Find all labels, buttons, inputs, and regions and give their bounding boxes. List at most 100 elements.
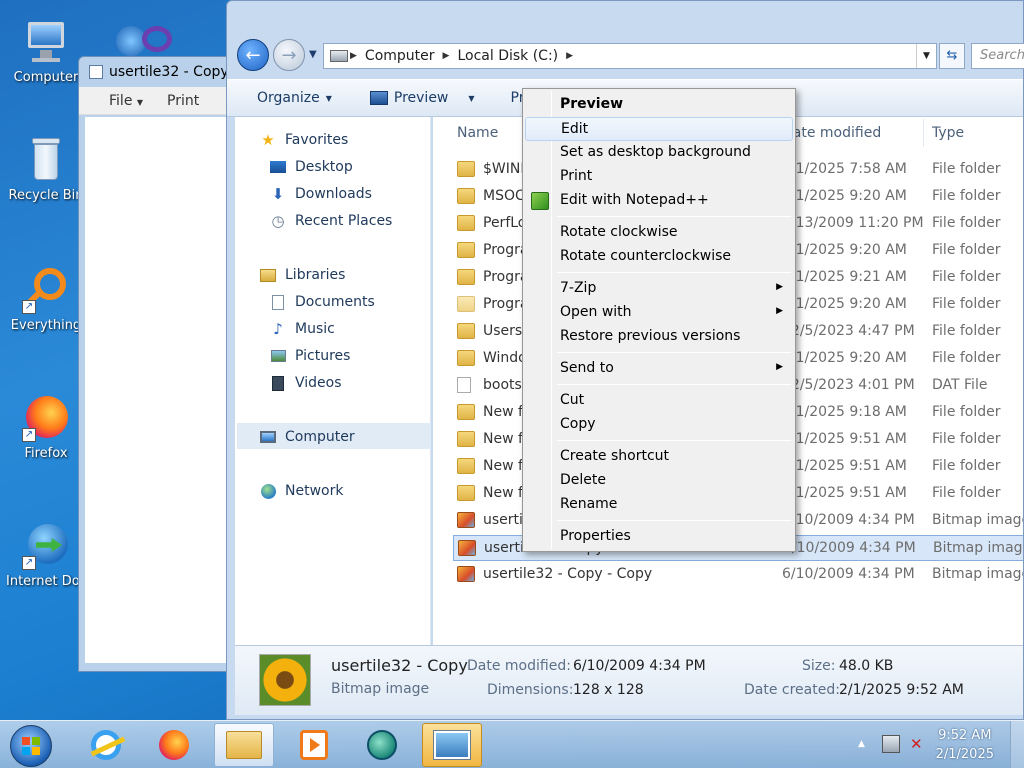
column-divider[interactable] [923,119,924,147]
menu-item-restore-previous-versions[interactable]: Restore previous versions [525,325,793,349]
system-tray: ▲ ✕ 9:52 AM 2/1/2025 [824,721,1024,768]
menu-item-label: Copy [560,416,596,432]
nav-item-desktop[interactable]: Desktop [269,158,353,176]
menu-item-copy[interactable]: Copy [525,413,793,437]
nav-item-network[interactable]: Network [259,482,343,500]
taskbar-firefox[interactable] [144,723,204,767]
folder-icon [457,485,475,501]
start-button[interactable] [10,725,52,767]
file-date: 2/1/2025 7:58 AM [782,161,907,177]
menu-item-create-shortcut[interactable]: Create shortcut [525,445,793,469]
desktop-app-icon-partial[interactable] [116,22,178,56]
address-dropdown[interactable]: ▼ [916,44,936,68]
network-tray-icon[interactable] [882,735,900,753]
nav-item-music[interactable]: ♪ Music [269,320,335,338]
firefox-icon [159,730,189,760]
background-image-viewer-window[interactable]: usertile32 - Copy File ▼ Print [78,56,238,672]
nav-label: Documents [295,294,375,310]
back-button[interactable]: ← [237,39,269,71]
nav-label: Desktop [295,159,353,175]
refresh-button[interactable]: ⇆ [939,43,965,69]
menu-item-edit[interactable]: Edit [525,117,793,141]
file-row[interactable]: usertile32 - Copy - Copy 6/10/2009 4:34 P… [453,562,1023,588]
menu-item-7-zip[interactable]: 7-Zip ▶ [525,277,793,301]
nav-label: Recent Places [295,213,393,229]
show-hidden-icons-button[interactable]: ▲ [858,739,865,749]
menu-item-label: 7-Zip [560,280,597,296]
menu-item-rotate-counterclockwise[interactable]: Rotate counterclockwise [525,245,793,269]
breadcrumb-local-disk[interactable]: Local Disk (C:) [451,48,564,64]
taskbar-windows-explorer[interactable] [214,723,274,767]
nav-item-documents[interactable]: Documents [269,293,375,311]
desktop-icon-internet-download[interactable]: ↗ Internet Download [6,522,86,590]
breadcrumb-arrow-icon[interactable]: ▶ [441,51,452,61]
address-bar[interactable]: ▶ Computer ▶ Local Disk (C:) ▶ ▼ [323,43,937,69]
organize-button[interactable]: Organize ▼ [257,90,332,106]
menu-item-delete[interactable]: Delete [525,469,793,493]
menu-separator [557,384,791,385]
volume-muted-icon[interactable]: ✕ [910,735,923,753]
menu-item-edit-with-notepad[interactable]: Edit with Notepad++ [525,189,793,213]
menu-file[interactable]: File ▼ [109,93,143,109]
breadcrumb-computer[interactable]: Computer [359,48,441,64]
menu-item-label: Rotate clockwise [560,224,678,240]
folder-icon [457,296,475,312]
menu-file-label: File [109,92,133,109]
column-header-date-modified[interactable]: Date modified [782,125,881,141]
file-date: 2/1/2025 9:20 AM [782,350,907,366]
nav-label: Pictures [295,348,351,364]
search-input[interactable]: Search [971,43,1024,69]
show-desktop-button[interactable] [1010,721,1024,768]
menu-print[interactable]: Print [167,93,199,109]
desktop-icon-label: Computer [13,70,79,85]
file-type: File folder [932,485,1001,501]
desktop-icon-recycle-bin[interactable]: Recycle Bin [6,136,86,204]
taskbar-image-viewer[interactable] [422,723,482,767]
column-header-name[interactable]: Name [457,125,498,141]
nav-item-libraries[interactable]: Libraries [259,266,345,284]
nav-item-pictures[interactable]: Pictures [269,347,350,365]
nav-label: Computer [285,429,355,445]
taskbar-app-green[interactable] [352,723,412,767]
clock-time: 9:52 AM [938,728,992,743]
menu-item-open-with[interactable]: Open with ▶ [525,301,793,325]
nav-item-favorites[interactable]: ★ Favorites [259,131,348,149]
menu-item-rename[interactable]: Rename [525,493,793,517]
menu-item-properties[interactable]: Properties [525,525,793,549]
nav-item-videos[interactable]: Videos [269,374,342,392]
window-titlebar[interactable]: usertile32 - Copy [79,57,237,87]
menu-item-label: Properties [560,528,631,544]
folder-icon [457,458,475,474]
refresh-icon: ⇆ [946,48,958,63]
folder-icon [457,188,475,204]
file-type: File folder [932,404,1001,420]
menu-item-label: Delete [560,472,606,488]
menu-item-send-to[interactable]: Send to ▶ [525,357,793,381]
breadcrumb-arrow-icon[interactable]: ▶ [348,51,359,61]
nav-item-computer[interactable]: Computer [259,428,355,446]
shortcut-arrow-icon: ↗ [22,556,36,570]
desktop-icon-firefox[interactable]: ↗ Firefox [6,394,86,462]
nav-item-recent-places[interactable]: ◷ Recent Places [269,212,392,230]
breadcrumb-arrow-icon[interactable]: ▶ [564,51,575,61]
nav-item-downloads[interactable]: ⬇ Downloads [269,185,372,203]
file-type: File folder [932,296,1001,312]
recent-pages-dropdown[interactable]: ▼ [309,49,317,60]
taskbar: ▲ ✕ 9:52 AM 2/1/2025 [0,720,1024,768]
desktop-icon-everything[interactable]: ↗ Everything [6,266,86,334]
menu-item-rotate-clockwise[interactable]: Rotate clockwise [525,221,793,245]
desktop-icon-computer[interactable]: Computer [6,18,86,86]
taskbar-internet-explorer[interactable] [76,723,136,767]
menu-item-preview[interactable]: Preview [525,93,793,117]
menu-item-cut[interactable]: Cut [525,389,793,413]
forward-button[interactable]: → [273,39,305,71]
menu-item-print[interactable]: Print [525,165,793,189]
menu-item-label: Print [560,168,593,184]
preview-button[interactable]: Preview ▼ [369,90,475,106]
file-type: Bitmap image [932,512,1023,528]
menu-item-set-as-desktop-background[interactable]: Set as desktop background [525,141,793,165]
drive-icon [330,50,348,62]
taskbar-media-player[interactable] [284,723,344,767]
column-header-type[interactable]: Type [932,125,964,141]
clock[interactable]: 9:52 AM 2/1/2025 [936,726,994,764]
